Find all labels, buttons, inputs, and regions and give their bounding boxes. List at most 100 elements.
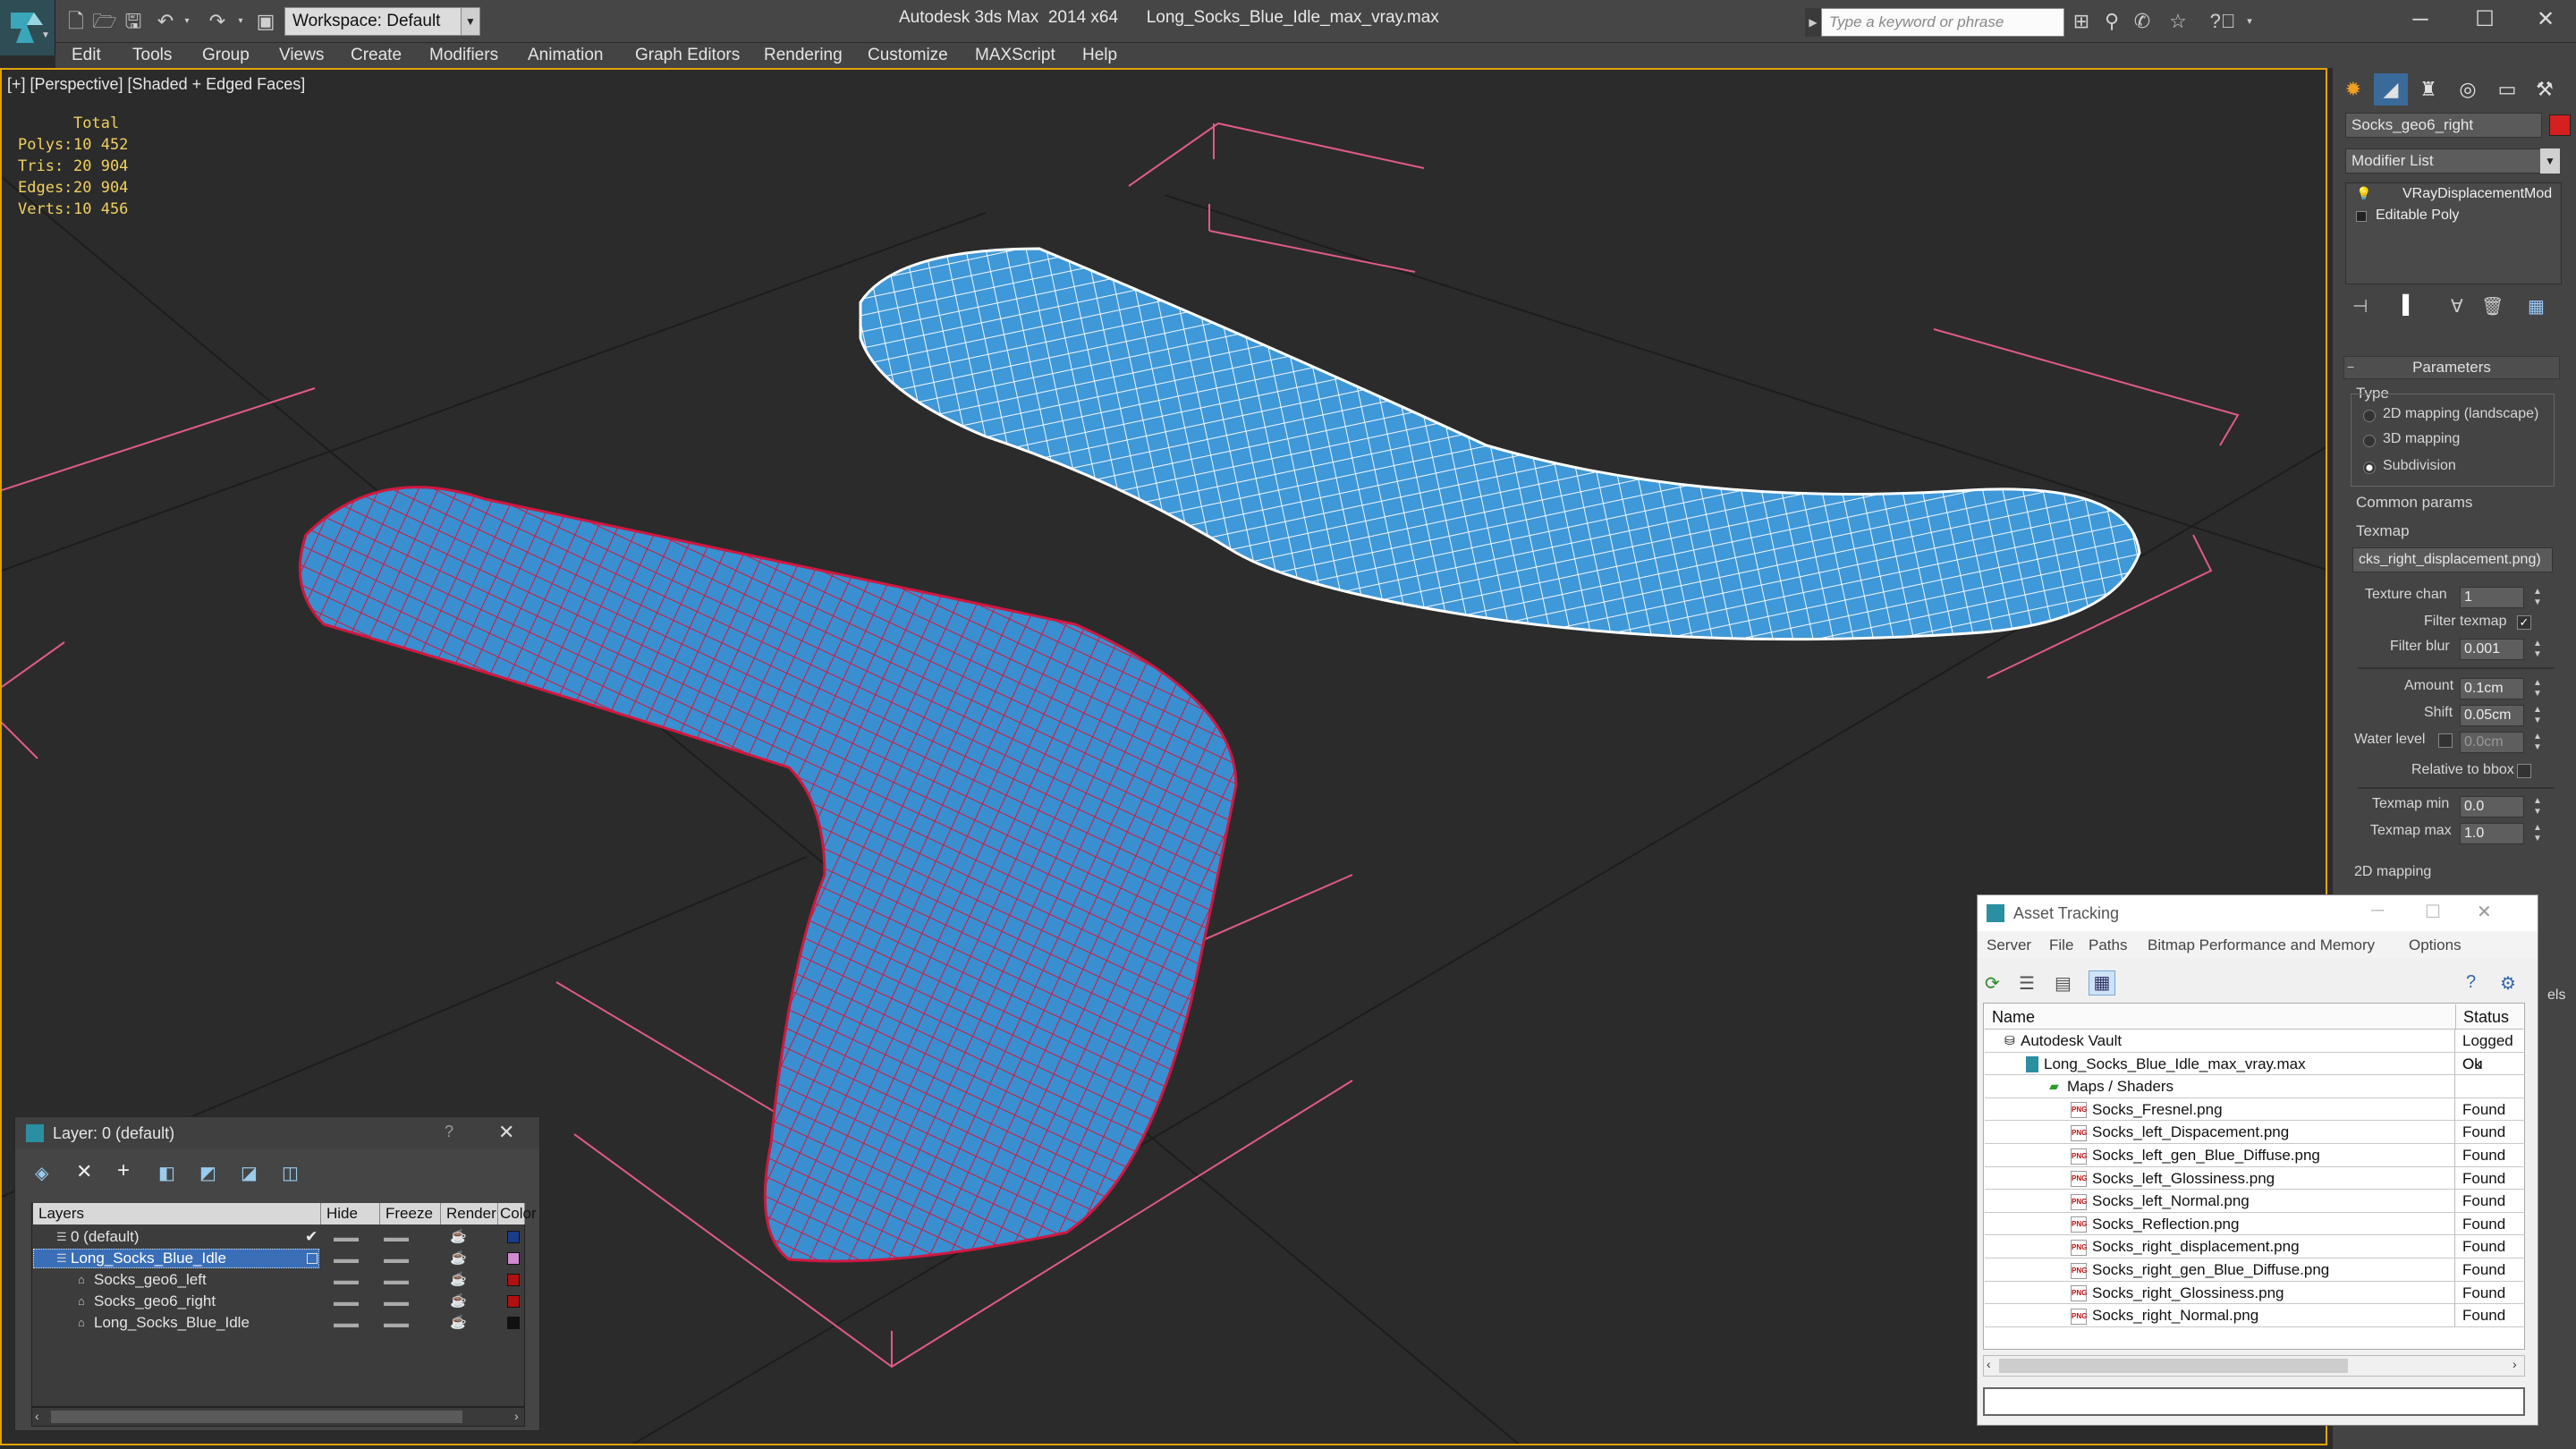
asset-menu-options[interactable]: Options xyxy=(2409,936,2462,954)
render-teapot-icon[interactable]: ☕ xyxy=(450,1291,467,1312)
close-button[interactable]: ✕ xyxy=(2477,901,2492,923)
menu-help[interactable]: Help xyxy=(1082,43,1117,68)
radio-subdivision[interactable] xyxy=(2363,462,2376,474)
hide-toggle[interactable]: ▬▬ xyxy=(334,1291,359,1312)
vault-help-icon[interactable]: ? xyxy=(2466,972,2476,993)
layer-row[interactable]: ⌂ Socks_geo6_right ▬▬ ▬▬ ☕ xyxy=(15,1291,520,1312)
project-folder-icon[interactable]: ▣ xyxy=(252,9,279,34)
freeze-toggle[interactable]: ▬▬ xyxy=(384,1291,409,1312)
render-teapot-icon[interactable]: ☕ xyxy=(450,1312,467,1334)
scrollbar-thumb[interactable] xyxy=(1999,1359,2348,1373)
layer-color-swatch[interactable] xyxy=(507,1231,520,1243)
texmap-button[interactable]: cks_right_displacement.png) xyxy=(2352,547,2553,572)
layer-color-swatch[interactable] xyxy=(507,1317,520,1329)
app-logo-button[interactable] xyxy=(0,0,55,55)
asset-row[interactable]: Long_Socks_Blue_Idle_max_vray.max Ok xyxy=(1985,1052,2525,1076)
display-tab-icon[interactable]: ▭ xyxy=(2490,73,2524,106)
scroll-left-icon[interactable]: ‹ xyxy=(1987,1357,1991,1371)
vault-settings-icon[interactable]: ⚙ xyxy=(2500,972,2516,995)
hide-toggle[interactable]: ▬▬ xyxy=(334,1269,359,1291)
new-file-icon[interactable]: 🗋 xyxy=(63,9,89,34)
favorites-star-icon[interactable]: ☆ xyxy=(2165,9,2191,34)
freeze-toggle[interactable]: ▬▬ xyxy=(384,1269,409,1291)
menu-rendering[interactable]: Rendering xyxy=(764,43,843,68)
remove-modifier-icon[interactable]: 🗑 xyxy=(2481,295,2504,318)
spinner-arrows-icon[interactable]: ▲ ▼ xyxy=(2531,587,2544,608)
search-input[interactable]: Type a keyword or phrase xyxy=(1821,8,2064,37)
binoculars-icon[interactable]: ⊞ xyxy=(2068,9,2095,34)
maximize-button[interactable]: ☐ xyxy=(2458,4,2512,36)
lightbulb-icon[interactable]: 💡 xyxy=(2356,186,2371,201)
spinner-arrows-icon[interactable]: ▲ ▼ xyxy=(2531,796,2544,818)
scroll-right-icon[interactable]: › xyxy=(2512,1357,2517,1371)
make-unique-icon[interactable]: ∀ xyxy=(2451,295,2463,318)
asset-menu-paths[interactable]: Paths xyxy=(2089,936,2127,954)
spinner-arrows-icon[interactable]: ▲ ▼ xyxy=(2531,639,2544,660)
spinner-arrows-icon[interactable]: ▲ ▼ xyxy=(2531,732,2544,753)
current-layer-box[interactable] xyxy=(307,1253,318,1264)
freeze-all-icon[interactable]: ◫ xyxy=(282,1162,299,1184)
modifier-stack-item[interactable]: Editable Poly xyxy=(2376,208,2459,224)
maximize-button[interactable]: ☐ xyxy=(2425,901,2441,923)
menu-animation[interactable]: Animation xyxy=(528,43,604,68)
spinner-arrows-icon[interactable]: ▲ ▼ xyxy=(2531,823,2544,844)
modify-tab-icon[interactable]: ◢ xyxy=(2374,73,2408,106)
table-view-icon[interactable]: ▦ xyxy=(2089,970,2115,996)
hide-toggle[interactable]: ▬▬ xyxy=(334,1248,359,1269)
freeze-toggle[interactable]: ▬▬ xyxy=(384,1248,409,1269)
asset-row[interactable]: ▰ Maps / Shaders xyxy=(1985,1075,2525,1098)
hide-all-icon[interactable]: ◪ xyxy=(241,1162,258,1184)
hierarchy-tab-icon[interactable]: ♜ xyxy=(2411,73,2445,106)
help-icon[interactable]: ?⃝ xyxy=(2209,9,2236,34)
asset-row[interactable]: PNG Socks_Fresnel.png Found xyxy=(1985,1097,2525,1122)
object-name-field[interactable]: Socks_geo6_right xyxy=(2345,113,2542,138)
create-tab-icon[interactable]: ✹ xyxy=(2336,73,2370,106)
layer-help-button[interactable]: ? xyxy=(445,1123,453,1141)
asset-row[interactable]: PNG Socks_left_Normal.png Found xyxy=(1985,1190,2525,1213)
column-header-render[interactable]: Render xyxy=(441,1203,498,1224)
communication-center-icon[interactable]: ✆ xyxy=(2129,9,2156,34)
asset-row[interactable]: PNG Socks_right_displacement.png Found xyxy=(1985,1235,2525,1258)
asset-path-field[interactable] xyxy=(1983,1387,2525,1416)
collapse-icon[interactable]: − xyxy=(2347,360,2354,374)
layer-row[interactable]: ⌂ Socks_geo6_left ▬▬ ▬▬ ☕ xyxy=(15,1269,520,1291)
select-objects-icon[interactable]: ◧ xyxy=(158,1162,175,1184)
scroll-left-icon[interactable]: ‹ xyxy=(35,1409,39,1423)
show-end-result-icon[interactable]: ▌ xyxy=(2402,295,2415,316)
column-header-name[interactable]: Name xyxy=(1985,1004,2455,1030)
column-header-status[interactable]: Status xyxy=(2455,1004,2523,1030)
menu-edit[interactable]: Edit xyxy=(72,43,101,68)
radio-3d-mapping[interactable] xyxy=(2363,435,2376,447)
layer-color-swatch[interactable] xyxy=(507,1252,520,1265)
render-teapot-icon[interactable]: ☕ xyxy=(450,1226,467,1248)
shift-spinner[interactable]: 0.05cm xyxy=(2460,705,2524,726)
layer-row[interactable]: ☰ Long_Socks_Blue_Idle ▬▬ ▬▬ ☕ xyxy=(15,1248,520,1269)
asset-row[interactable]: PNG Socks_right_Glossiness.png Found xyxy=(1985,1281,2525,1305)
list-view-icon[interactable]: ☰ xyxy=(2019,972,2035,995)
close-button[interactable]: ✕ xyxy=(2519,4,2572,36)
menu-maxscript[interactable]: MAXScript xyxy=(975,43,1055,68)
water-level-spinner[interactable]: 0.0cm xyxy=(2460,732,2524,753)
add-selection-icon[interactable]: + xyxy=(117,1158,130,1183)
freeze-toggle[interactable]: ▬▬ xyxy=(384,1226,409,1248)
amount-spinner[interactable]: 0.1cm xyxy=(2460,678,2524,699)
object-color-swatch[interactable] xyxy=(2549,114,2571,136)
asset-menu-file[interactable]: File xyxy=(2049,936,2073,954)
pin-stack-icon[interactable]: ⊣ xyxy=(2352,295,2368,318)
highlight-layer-icon[interactable]: ◩ xyxy=(199,1162,216,1184)
filter-blur-spinner[interactable]: 0.001 xyxy=(2460,639,2524,660)
menu-modifiers[interactable]: Modifiers xyxy=(429,43,498,68)
freeze-toggle[interactable]: ▬▬ xyxy=(384,1312,409,1334)
modifier-stack-item[interactable]: VRayDisplacementMod xyxy=(2402,186,2552,202)
help-dropdown-icon[interactable]: ▾ xyxy=(2236,9,2263,34)
parameters-rollout[interactable]: Parameters xyxy=(2343,356,2560,379)
detail-view-icon[interactable]: ▤ xyxy=(2055,972,2072,995)
asset-row[interactable]: PNG Socks_left_Dispacement.png Found xyxy=(1985,1121,2525,1144)
menu-create[interactable]: Create xyxy=(351,43,402,68)
scrollbar-thumb[interactable] xyxy=(51,1411,462,1423)
asset-menu-bitmap[interactable]: Bitmap Performance and Memory xyxy=(2148,936,2375,954)
texmap-min-spinner[interactable]: 0.0 xyxy=(2460,796,2524,818)
layer-row[interactable]: ☰ 0 (default) ✔ ▬▬ ▬▬ ☕ xyxy=(15,1226,520,1248)
hide-toggle[interactable]: ▬▬ xyxy=(334,1226,359,1248)
chevron-down-icon[interactable]: ▼ xyxy=(2540,148,2560,174)
